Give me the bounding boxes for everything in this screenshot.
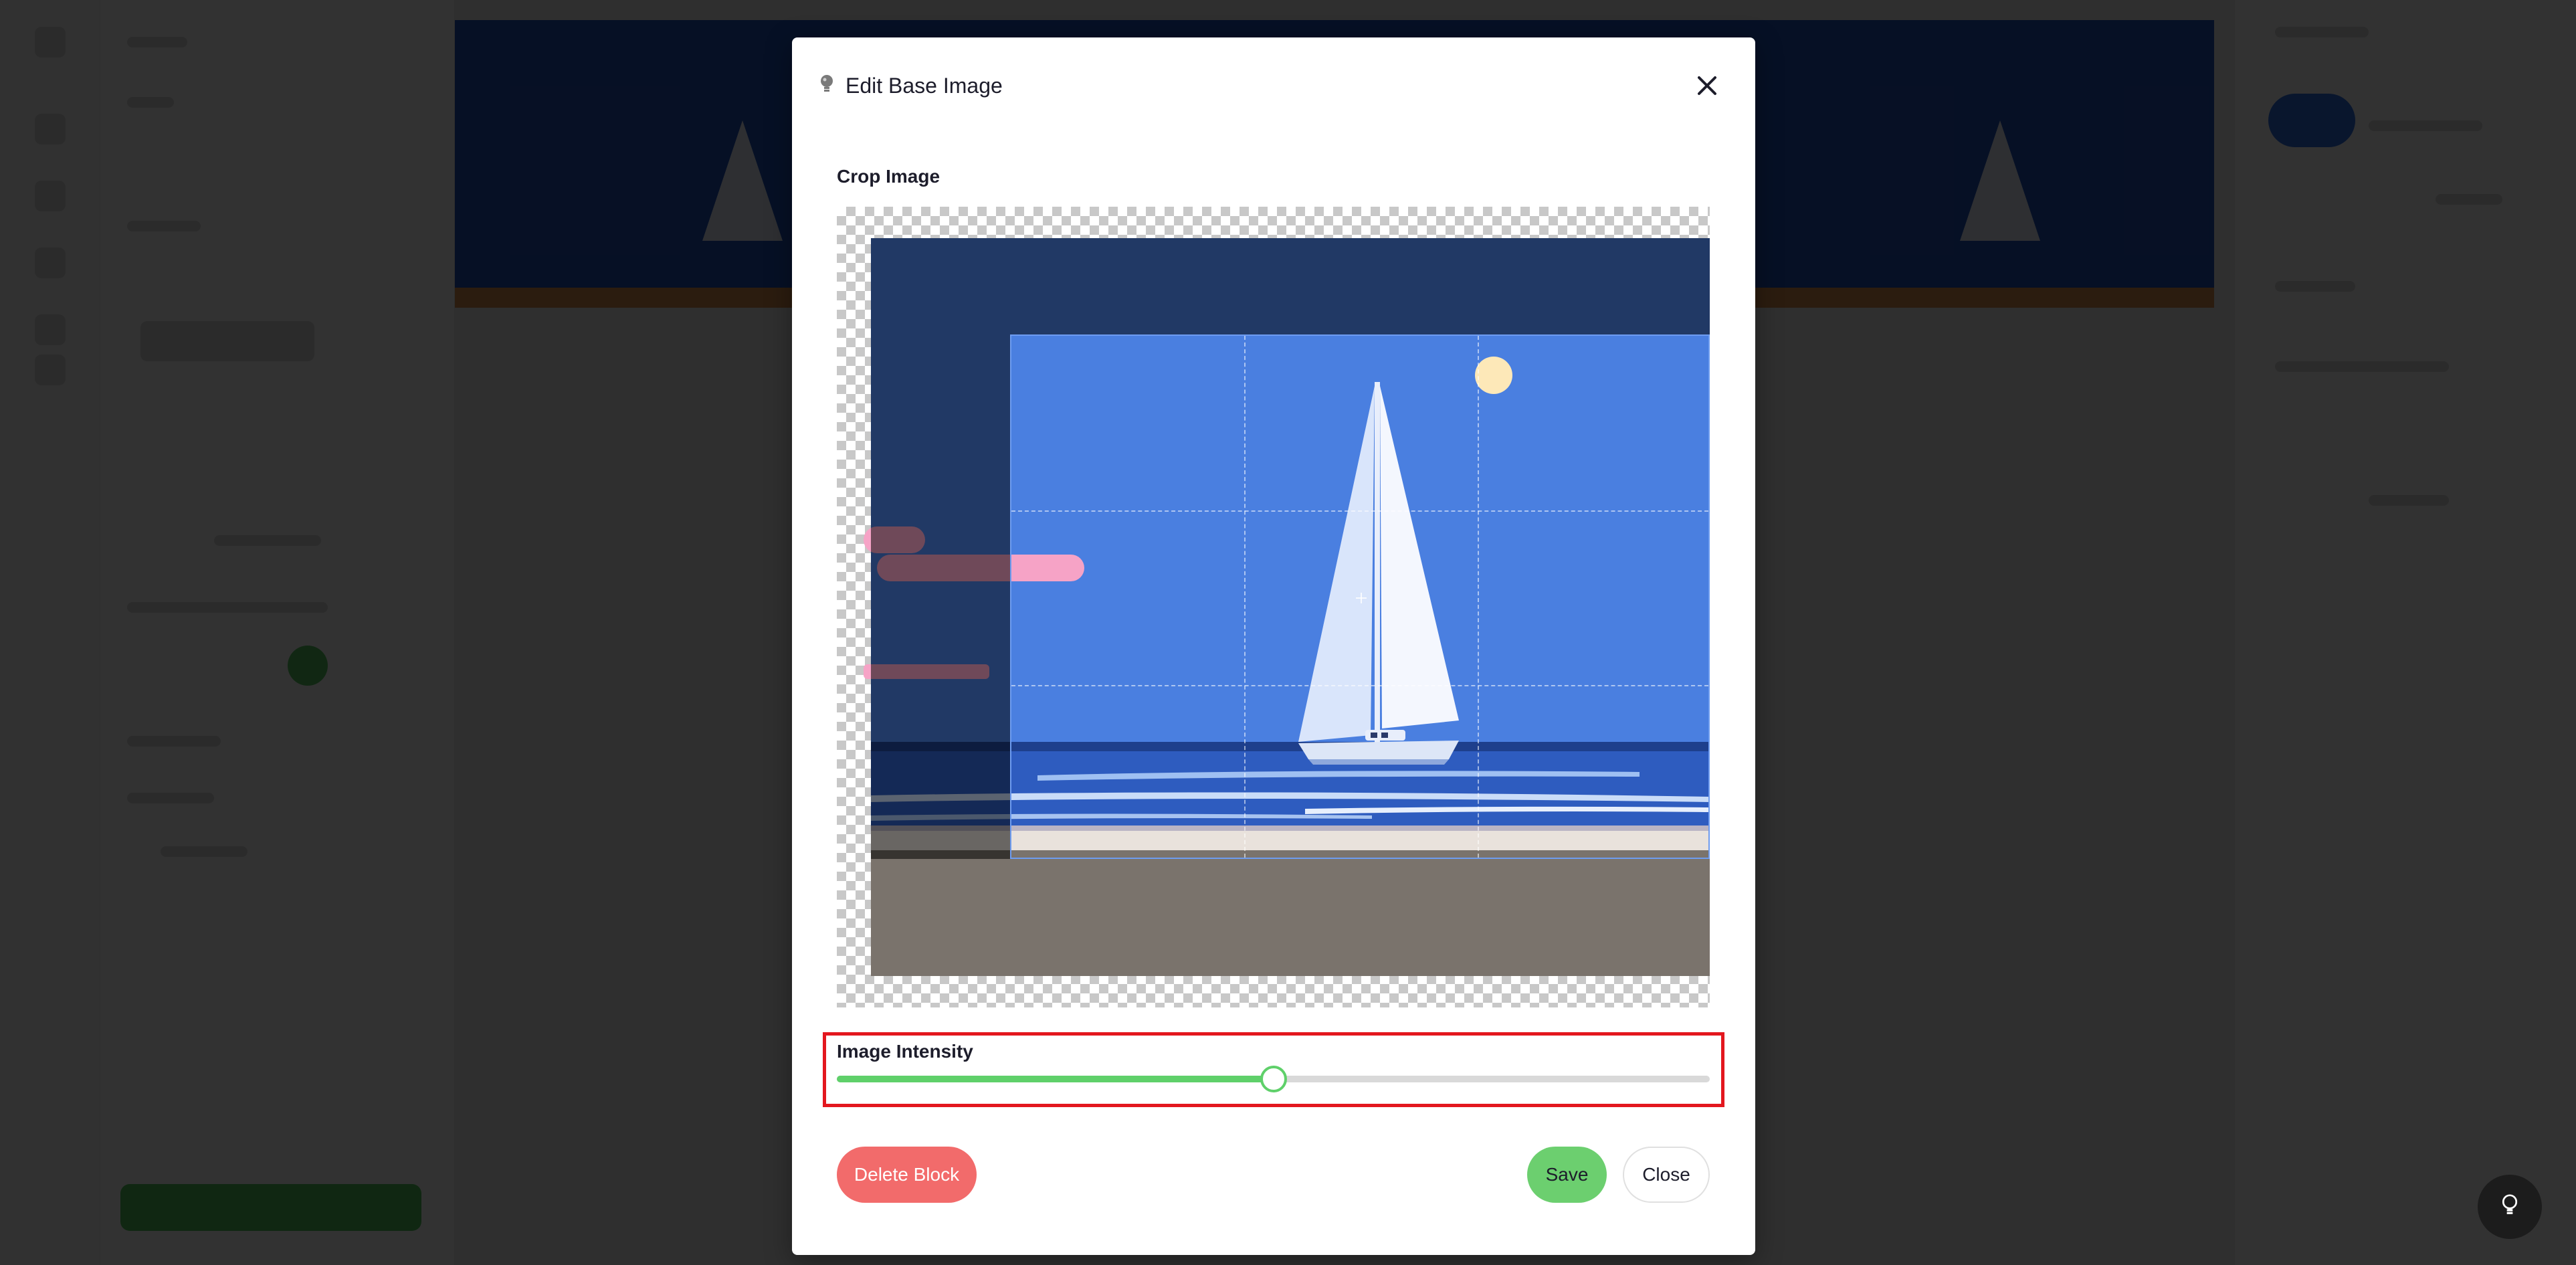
modal-title: Edit Base Image xyxy=(846,73,1003,98)
crop-selection-box[interactable] xyxy=(1010,334,1710,859)
image-intensity-label: Image Intensity xyxy=(837,1041,973,1062)
intensity-slider-thumb[interactable] xyxy=(1260,1066,1287,1092)
edit-base-image-modal: Edit Base Image Crop Image Image Intensi… xyxy=(792,37,1755,1255)
crop-image-label: Crop Image xyxy=(837,166,940,187)
modal-header: Edit Base Image xyxy=(819,64,1003,107)
crop-grid-line xyxy=(1244,336,1246,858)
crop-center-icon xyxy=(1355,591,1368,605)
help-button[interactable] xyxy=(2478,1175,2542,1239)
intensity-slider-fill xyxy=(837,1076,1274,1082)
crop-grid-line xyxy=(1011,685,1708,686)
save-button[interactable]: Save xyxy=(1527,1147,1607,1203)
close-icon[interactable] xyxy=(1686,64,1728,107)
delete-block-button[interactable]: Delete Block xyxy=(837,1147,977,1203)
crop-area[interactable] xyxy=(837,207,1710,1007)
intensity-slider[interactable] xyxy=(837,1066,1710,1092)
crop-grid-line xyxy=(1011,510,1708,512)
crop-grid-line xyxy=(1478,336,1479,858)
close-button[interactable]: Close xyxy=(1623,1147,1710,1203)
lightbulb-icon xyxy=(819,74,835,98)
lightbulb-icon xyxy=(2501,1193,2518,1221)
